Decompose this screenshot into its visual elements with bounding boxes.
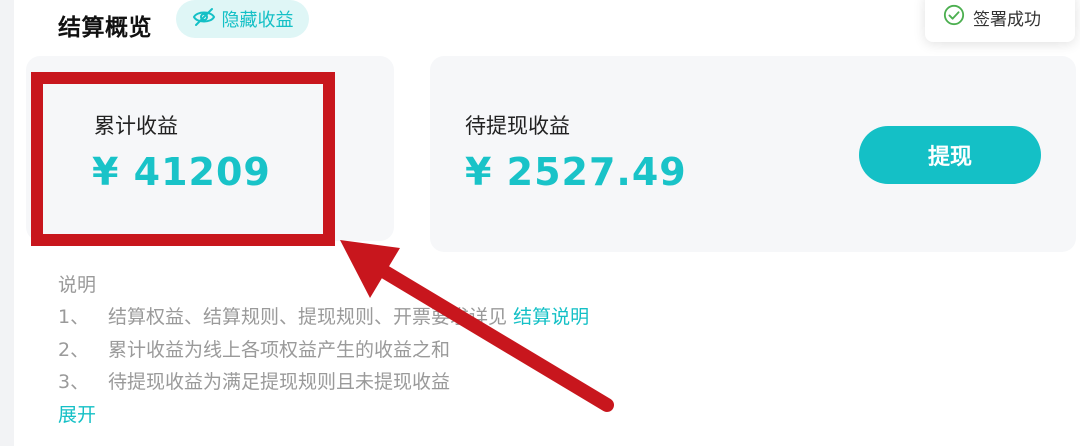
notes-item-number: 1、 (58, 306, 90, 328)
settlement-info-link[interactable]: 结算说明 (513, 306, 589, 328)
notes-item-text: 结算权益、结算规则、提现规则、开票要求详见 (108, 306, 508, 328)
notes-item-number: 2、 (58, 339, 90, 361)
withdraw-button[interactable]: 提现 (859, 126, 1041, 184)
notes-item: 3、 待提现收益为满足提现规则且未提现收益 (58, 367, 450, 394)
notes-title: 说明 (58, 274, 97, 296)
pending-earnings-label: 待提现收益 (465, 114, 570, 138)
toast-message: 签署成功 (973, 9, 1041, 30)
notes-item-text: 累计收益为线上各项权益产生的收益之和 (108, 339, 451, 361)
expand-link[interactable]: 展开 (58, 400, 96, 427)
left-edge-panel (0, 0, 14, 446)
notes-item: 1、 结算权益、结算规则、提现规则、开票要求详见 结算说明 (58, 302, 589, 329)
hide-earnings-button[interactable]: 隐藏收益 (176, 0, 309, 38)
page-title: 结算概览 (58, 15, 152, 41)
notes-item-number: 3、 (58, 371, 90, 393)
hide-earnings-label: 隐藏收益 (221, 10, 294, 31)
annotation-highlight-box (31, 72, 335, 246)
notes-item: 2、 累计收益为线上各项权益产生的收益之和 (58, 335, 450, 362)
check-circle-icon (943, 4, 965, 31)
eye-off-icon (192, 5, 216, 34)
toast: 签署成功 (925, 0, 1075, 42)
notes-item-text: 待提现收益为满足提现规则且未提现收益 (108, 371, 451, 393)
pending-earnings-value: ¥ 2527.49 (465, 150, 687, 194)
